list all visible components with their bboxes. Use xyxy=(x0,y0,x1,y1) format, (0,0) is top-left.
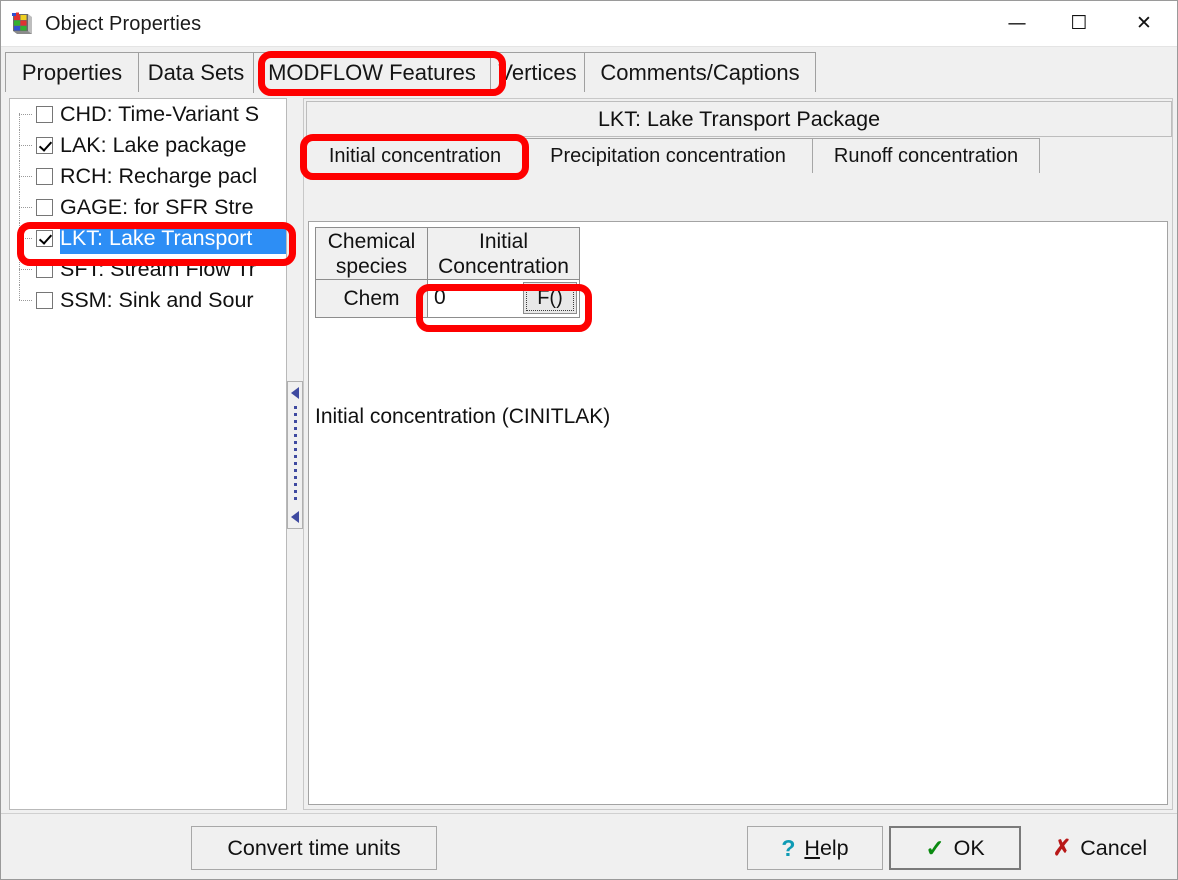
package-header: LKT: Lake Transport Package xyxy=(306,101,1172,137)
tree-connector-icon xyxy=(10,192,36,223)
tree-item-checkbox[interactable] xyxy=(36,168,53,185)
ok-button[interactable]: ✓ OK xyxy=(889,826,1021,870)
tab-properties[interactable]: Properties xyxy=(5,52,139,93)
grid-caption: Initial concentration (CINITLAK) xyxy=(315,405,611,428)
tree-item-checkbox[interactable] xyxy=(36,106,53,123)
tree-item-sft[interactable]: SFT: Stream Flow Tr xyxy=(10,254,286,285)
tree-item-gage[interactable]: GAGE: for SFR Stre xyxy=(10,192,286,223)
tree-item-label: LAK: Lake package xyxy=(60,133,247,157)
cell-initial-concentration[interactable]: 0 F() xyxy=(427,279,580,318)
maximize-icon: ☐ xyxy=(1070,12,1088,34)
title-bar: Object Properties — ☐ ✕ xyxy=(1,1,1177,47)
column-header-chemical-species[interactable]: Chemical species xyxy=(315,227,428,280)
concentration-grid[interactable]: Chemical species Initial Concentration C… xyxy=(315,227,580,318)
splitter-grip-icon xyxy=(293,406,297,504)
convert-time-units-label: Convert time units xyxy=(227,835,401,860)
initial-concentration-value[interactable]: 0 xyxy=(434,286,446,310)
help-accel: H xyxy=(804,835,820,860)
tab-label: Vertices xyxy=(498,60,577,85)
tree-item-label: LKT: Lake Transport xyxy=(60,223,286,254)
maximize-button[interactable]: ☐ xyxy=(1048,1,1110,46)
minimize-button[interactable]: — xyxy=(986,1,1048,46)
splitter-arrow-up-icon xyxy=(291,387,299,399)
tree-item-ssm[interactable]: SSM: Sink and Sour xyxy=(10,285,286,316)
tree-item-checkbox[interactable] xyxy=(36,292,53,309)
cancel-label: Cancel xyxy=(1080,835,1148,860)
ok-label: OK xyxy=(953,835,985,860)
tab-bar-underline xyxy=(5,92,1173,94)
tree-connector-icon xyxy=(10,99,36,130)
convert-time-units-button[interactable]: Convert time units xyxy=(191,826,437,870)
grid-header-row: Chemical species Initial Concentration xyxy=(315,227,580,280)
grid-area: Initial concentration (CINITLAK) Chemica… xyxy=(308,221,1168,805)
x-mark-icon: ✗ xyxy=(1052,835,1072,860)
splitter-arrow-down-icon xyxy=(291,511,299,523)
tree-item-lak[interactable]: LAK: Lake package xyxy=(10,130,286,161)
tree-item-label: SFT: Stream Flow Tr xyxy=(60,257,256,281)
tree-connector-icon xyxy=(10,285,36,316)
cell-chemical-species[interactable]: Chem xyxy=(315,279,428,318)
tab-comments-captions[interactable]: Comments/Captions xyxy=(584,52,816,93)
package-tab-label: Precipitation concentration xyxy=(550,144,786,167)
tree-item-label: GAGE: for SFR Stre xyxy=(60,195,254,219)
object-properties-dialog: Object Properties — ☐ ✕ Properties Data S… xyxy=(0,0,1178,880)
tree-item-checkbox[interactable] xyxy=(36,137,53,154)
tree-item-checkbox[interactable] xyxy=(36,199,53,216)
close-icon: ✕ xyxy=(1136,12,1152,34)
checkmark-icon: ✓ xyxy=(925,834,945,861)
tab-data-sets[interactable]: Data Sets xyxy=(138,52,254,93)
package-tab-initial-concentration[interactable]: Initial concentration xyxy=(306,138,524,173)
tab-modflow-features[interactable]: MODFLOW Features xyxy=(253,52,491,93)
help-button[interactable]: ? Help xyxy=(747,826,883,870)
tab-label: MODFLOW Features xyxy=(268,60,476,85)
table-row: Chem 0 F() xyxy=(315,279,580,318)
dialog-footer: Convert time units ? Help ✓ OK ✗ Cancel xyxy=(1,813,1177,879)
main-tab-bar: Properties Data Sets MODFLOW Features Verti… xyxy=(5,52,1173,94)
question-mark-icon: ? xyxy=(781,834,796,861)
tree-item-chd[interactable]: CHD: Time-Variant S xyxy=(10,99,286,130)
column-header-initial-concentration[interactable]: Initial Concentration xyxy=(427,227,580,280)
tab-label: Data Sets xyxy=(147,60,245,85)
cancel-button[interactable]: ✗ Cancel xyxy=(1027,826,1173,870)
package-panel: LKT: Lake Transport Package Initial conc… xyxy=(303,98,1173,810)
help-rest: elp xyxy=(819,835,849,860)
tree-item-label: SSM: Sink and Sour xyxy=(60,288,254,312)
tree-connector-icon xyxy=(10,161,36,192)
window-title: Object Properties xyxy=(45,13,202,35)
tab-label: Comments/Captions xyxy=(600,60,800,85)
close-button[interactable]: ✕ xyxy=(1113,1,1175,46)
tree-connector-icon xyxy=(10,254,36,285)
package-tab-precipitation-concentration[interactable]: Precipitation concentration xyxy=(523,138,813,173)
formula-button[interactable]: F() xyxy=(523,282,577,314)
package-tab-runoff-concentration[interactable]: Runoff concentration xyxy=(812,138,1040,173)
help-label: Help xyxy=(804,836,848,861)
minimize-icon: — xyxy=(1007,12,1027,34)
package-tab-label: Initial concentration xyxy=(328,144,502,167)
tree-item-lkt[interactable]: LKT: Lake Transport xyxy=(10,223,286,254)
tree-item-checkbox[interactable] xyxy=(36,261,53,278)
tree-connector-icon xyxy=(10,223,36,254)
tab-vertices[interactable]: Vertices xyxy=(490,52,585,93)
package-tab-bar: Initial concentration Precipitation conce… xyxy=(306,138,1172,174)
tree-item-label: RCH: Recharge pacl xyxy=(60,164,258,188)
package-tab-label: Runoff concentration xyxy=(833,144,1019,167)
tree-item-rch[interactable]: RCH: Recharge pacl xyxy=(10,161,286,192)
tree-item-checkbox[interactable] xyxy=(36,230,53,247)
tab-label: Properties xyxy=(21,60,123,85)
modflow-feature-tree[interactable]: CHD: Time-Variant S LAK: Lake package RCH:… xyxy=(9,98,287,810)
blocks-icon xyxy=(12,12,32,34)
tree-connector-icon xyxy=(10,130,36,161)
panel-splitter[interactable] xyxy=(287,381,303,529)
tree-item-label: CHD: Time-Variant S xyxy=(60,102,260,126)
